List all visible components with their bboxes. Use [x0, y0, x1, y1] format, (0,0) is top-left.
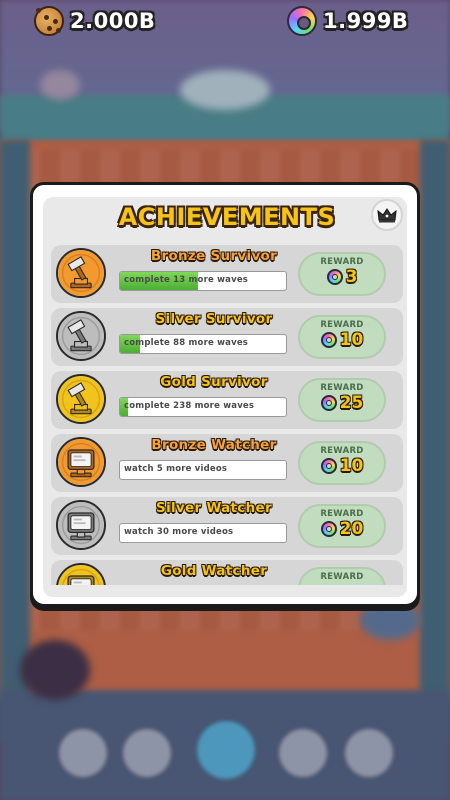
silver-tv-trophy-icon: [56, 500, 106, 550]
progress-text: watch 30 more videos: [124, 527, 234, 537]
crown-button[interactable]: [371, 199, 403, 231]
cookie-count: 2.000B: [70, 9, 156, 33]
reward-label: REWARD: [320, 383, 364, 393]
crown-icon: [377, 208, 397, 223]
achievement-row[interactable]: Gold Watcher REWARD: [51, 560, 403, 585]
progress-text: complete 88 more waves: [124, 338, 249, 348]
reward-badge[interactable]: REWARD 20: [298, 504, 386, 548]
achievement-name: Bronze Watcher: [151, 437, 277, 453]
achievement-name: Silver Watcher: [156, 500, 272, 516]
achievement-name: Gold Watcher: [160, 563, 268, 579]
reward-label: REWARD: [320, 509, 364, 519]
achievement-progress-bar: complete 238 more waves: [119, 397, 287, 417]
donut-icon: [320, 395, 337, 411]
reward-amount: 10: [300, 456, 384, 476]
achievement-row[interactable]: Gold Survivor complete 238 more waves REWA…: [51, 371, 403, 429]
donut-count: 1.999B: [323, 9, 409, 33]
gold-hammer-trophy-icon: [56, 374, 106, 424]
reward-value: 10: [339, 456, 364, 476]
reward-value: 10: [339, 330, 364, 350]
donut-icon: [320, 458, 337, 474]
achievements-panel: ACHIEVEMENTS Bronze Survivor complete 13 …: [30, 182, 420, 607]
achievement-progress-bar: complete 13 more waves: [119, 271, 287, 291]
nav-button-4[interactable]: [278, 728, 328, 778]
reward-label: REWARD: [320, 257, 364, 267]
reward-value: 3: [345, 267, 358, 287]
gold-tv-trophy-icon: [56, 563, 106, 585]
reward-badge[interactable]: REWARD 25: [298, 378, 386, 422]
cookie-counter: 2.000B: [34, 6, 155, 36]
reward-value: 25: [339, 393, 364, 413]
achievement-list[interactable]: Bronze Survivor complete 13 more waves REW…: [51, 245, 403, 585]
nav-button-2[interactable]: [122, 728, 172, 778]
currency-bar: 2.000B 1.999B: [0, 0, 450, 44]
progress-text: complete 238 more waves: [124, 401, 255, 411]
cookie-icon: [34, 6, 64, 36]
donut-icon: [326, 269, 343, 285]
nav-button-1[interactable]: [58, 728, 108, 778]
bronze-tv-trophy-icon: [56, 437, 106, 487]
reward-label: REWARD: [320, 320, 364, 330]
achievement-row[interactable]: Bronze Watcher watch 5 more videos REWARD 1…: [51, 434, 403, 492]
progress-text: complete 13 more waves: [124, 275, 249, 285]
achievement-progress-bar: watch 5 more videos: [119, 460, 287, 480]
reward-amount: 20: [300, 519, 384, 539]
achievement-name: Silver Survivor: [155, 311, 273, 327]
donut-icon: [287, 6, 317, 36]
reward-badge[interactable]: REWARD: [298, 567, 386, 585]
reward-badge[interactable]: REWARD 10: [298, 315, 386, 359]
nav-button-main[interactable]: [196, 720, 256, 780]
achievement-name: Bronze Survivor: [150, 248, 278, 264]
bottom-nav: [0, 718, 450, 788]
achievement-row[interactable]: Bronze Survivor complete 13 more waves REW…: [51, 245, 403, 303]
reward-badge[interactable]: REWARD 3: [298, 252, 386, 296]
silver-hammer-trophy-icon: [56, 311, 106, 361]
reward-amount: 3: [300, 267, 384, 287]
donut-icon: [320, 521, 337, 537]
reward-badge[interactable]: REWARD 10: [298, 441, 386, 485]
reward-amount: 10: [300, 330, 384, 350]
donut-counter: 1.999B: [287, 6, 408, 36]
reward-label: REWARD: [320, 572, 364, 582]
bronze-hammer-trophy-icon: [56, 248, 106, 298]
panel-title: ACHIEVEMENTS: [118, 203, 336, 231]
achievement-progress-bar: complete 88 more waves: [119, 334, 287, 354]
achievement-row[interactable]: Silver Survivor complete 88 more waves REW…: [51, 308, 403, 366]
reward-value: 20: [339, 519, 364, 539]
achievement-row[interactable]: Silver Watcher watch 30 more videos REWARD…: [51, 497, 403, 555]
achievement-name: Gold Survivor: [160, 374, 268, 390]
donut-icon: [320, 332, 337, 348]
achievement-progress-bar: watch 30 more videos: [119, 523, 287, 543]
progress-text: watch 5 more videos: [124, 464, 228, 474]
reward-amount: 25: [300, 393, 384, 413]
nav-button-5[interactable]: [344, 728, 394, 778]
reward-label: REWARD: [320, 446, 364, 456]
